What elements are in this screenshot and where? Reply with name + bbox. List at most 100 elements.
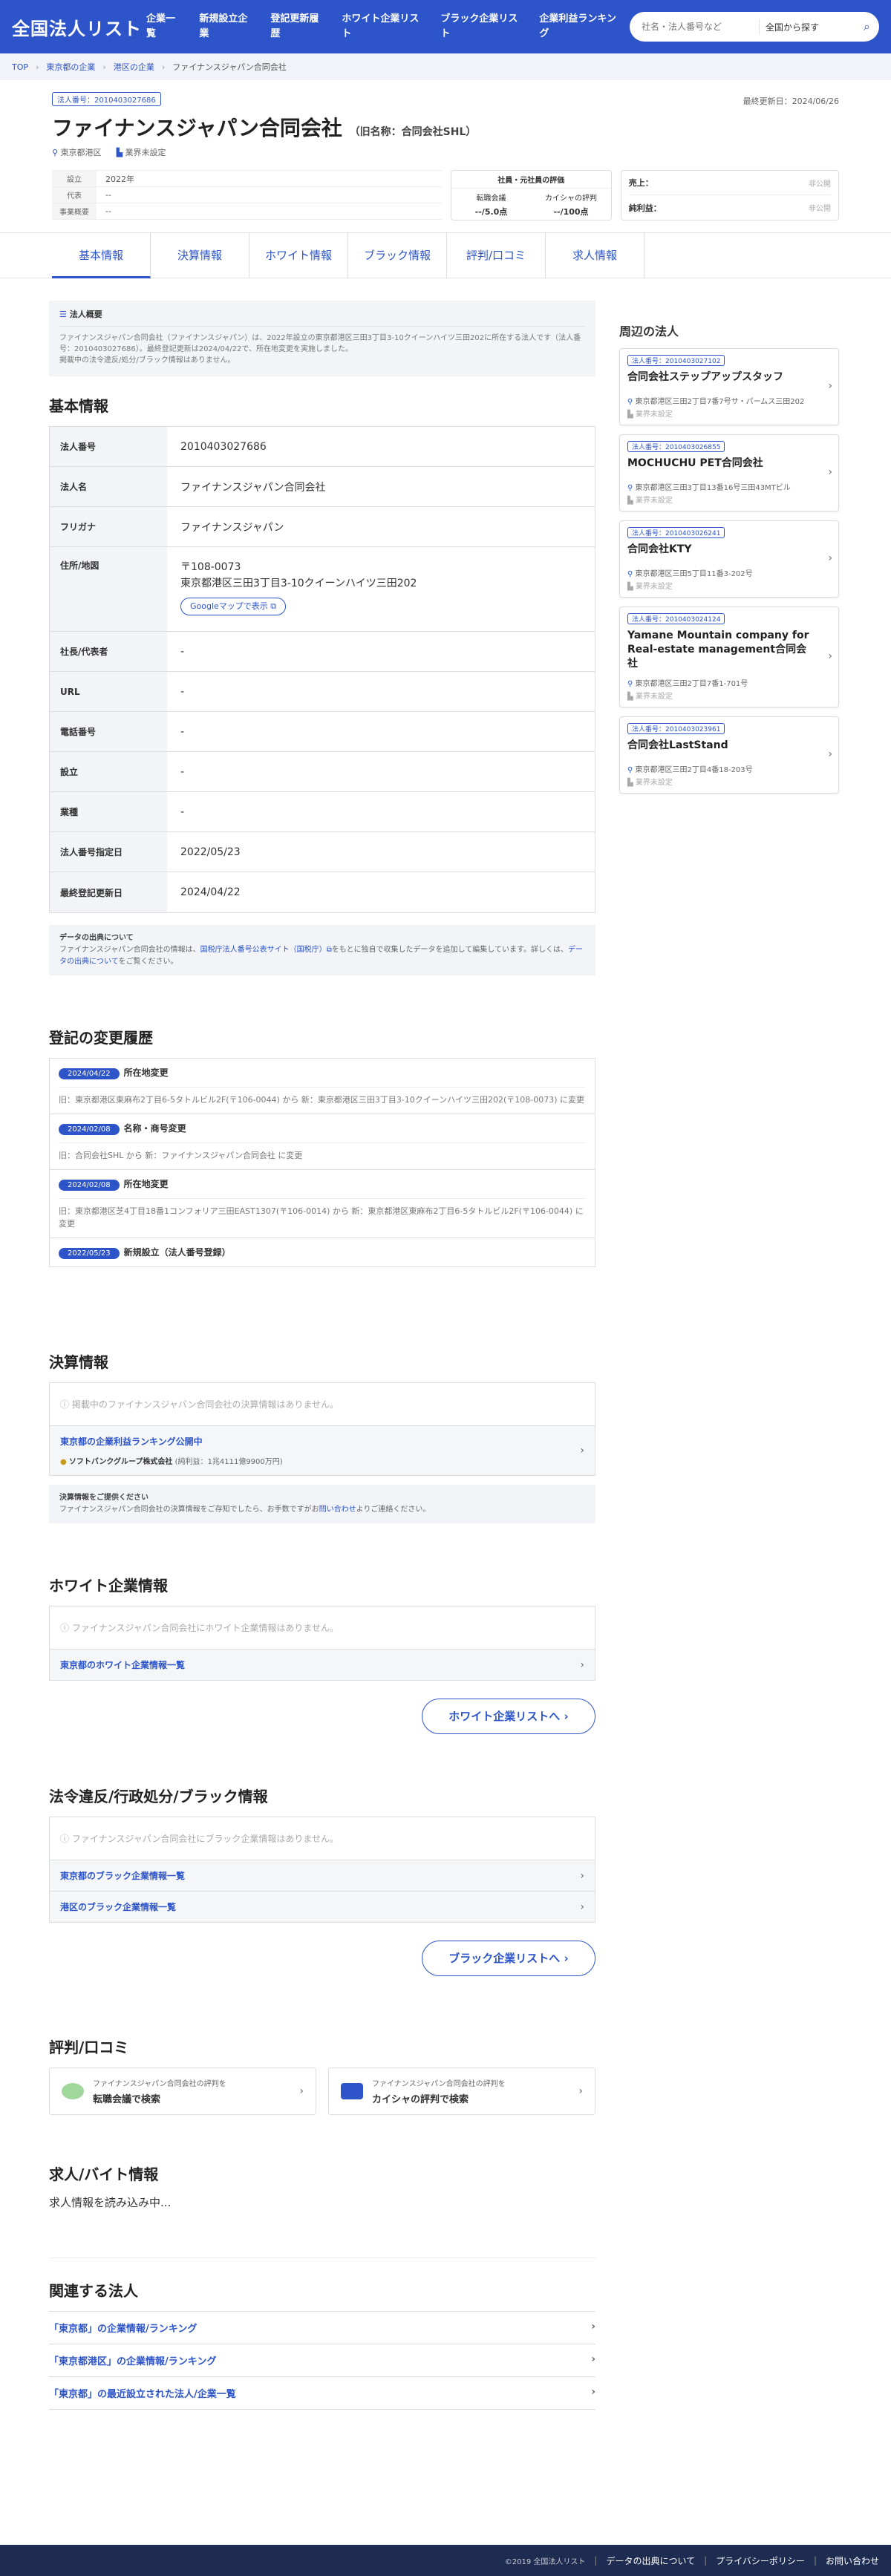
nearby-corp-industry: ▙ 業界未設定: [627, 690, 831, 701]
search-icon[interactable]: ⌕: [859, 19, 875, 34]
tenshoku-kaigi-card[interactable]: ファイナンスジャパン合同会社の評判を 転職会議で検索 ›: [49, 2067, 316, 2115]
related-item[interactable]: 「東京都港区」の企業情報/ランキング ›: [49, 2344, 595, 2377]
nearby-corp-address: ⚲ 東京都港区三田3丁目13番16号三田43MTビル: [627, 481, 813, 492]
location-pin-icon: ⚲: [627, 570, 633, 578]
building-icon: ▙: [627, 693, 633, 701]
finance-heading: 決算情報: [49, 1353, 108, 1371]
chevron-right-icon: ›: [580, 1869, 584, 1882]
nearby-corp-name: 合同会社KTY: [627, 543, 692, 555]
black-list-tokyo-text: 東京都のブラック企業情報一覧: [60, 1871, 186, 1881]
main-content: ☰ 法人概要 ファイナンスジャパン合同会社（ファイナンスジャパン）は、2022年…: [0, 278, 891, 2410]
review-card-text: ファイナンスジャパン合同会社の評判を 転職会議で検索: [93, 2077, 290, 2105]
history-title: 所在地変更: [123, 1179, 169, 1189]
tab-basic[interactable]: 基本情報: [52, 232, 151, 278]
review-card-sub: ファイナンスジャパン合同会社の評判を: [372, 2080, 506, 2088]
overview-row: 設立 2022年: [52, 171, 442, 187]
building-icon: ▙: [627, 583, 633, 591]
breadcrumb-tokyo[interactable]: 東京都の企業: [46, 61, 95, 73]
info-row: 法人番号指定日 2022/05/23: [50, 832, 595, 872]
chevron-right-icon: ›: [591, 2353, 595, 2365]
white-list-button[interactable]: ホワイト企業リストへ ›: [422, 1699, 595, 1734]
overview-row: 代表 --: [52, 187, 442, 203]
footer-privacy-link[interactable]: プライバシーポリシー: [716, 2554, 805, 2567]
info-row: 社長/代表者 -: [50, 632, 595, 672]
overview-key: 設立: [52, 171, 97, 186]
nearby-corp-card[interactable]: 法人番号：2010403026855 MOCHUCHU PET合同会社 ⚲ 東京…: [619, 434, 839, 511]
nav-company-list[interactable]: 企業一覧: [138, 12, 191, 42]
footer-contact-link[interactable]: お問い合わせ: [826, 2554, 879, 2567]
chevron-right-icon: ›: [828, 748, 832, 760]
site-logo[interactable]: 全国法人リスト: [12, 14, 141, 40]
nearby-corp-card[interactable]: 法人番号：2010403023961 合同会社LastStand ⚲ 東京都港区…: [619, 716, 839, 794]
info-key: 業種: [50, 792, 167, 831]
black-list-button[interactable]: ブラック企業リストへ ›: [422, 1941, 595, 1976]
profit-ranking-label: 東京都の企業利益ランキング公開中: [60, 1436, 203, 1447]
eval-row: 転職会議 --/5.0点 カイシャの評判 --/100点: [451, 189, 611, 218]
kaisha-hyouban-icon: [341, 2083, 363, 2099]
breadcrumb-top[interactable]: TOP: [12, 62, 28, 72]
search-input[interactable]: [642, 22, 753, 32]
black-list-minato-link[interactable]: 港区のブラック企業情報一覧 ›: [50, 1891, 595, 1922]
google-map-button[interactable]: Googleマップで表示 ⧉: [180, 598, 287, 615]
tab-black[interactable]: ブラック情報: [348, 232, 447, 278]
basic-info-table: 法人番号 2010403027686 法人名 ファイナンスジャパン合同会社 フリガナ…: [49, 426, 595, 913]
nearby-corp-card[interactable]: 法人番号：2010403024124 Yamane Mountain compa…: [619, 607, 839, 707]
black-list-tokyo-link[interactable]: 東京都のブラック企業情報一覧 ›: [50, 1860, 595, 1891]
nearby-corp-card[interactable]: 法人番号：2010403027102 合同会社ステップアップスタッフ ⚲ 東京都…: [619, 348, 839, 425]
info-row: 電話番号 -: [50, 712, 595, 752]
related-heading: 関連する法人: [49, 2282, 138, 2300]
info-row: URL -: [50, 672, 595, 712]
finance-panel: ⓘ 掲載中のファイナンスジャパン合同会社の決算情報はありません。 東京都の企業利…: [49, 1382, 595, 1476]
white-empty-text: ファイナンスジャパン合同会社にホワイト企業情報はありません。: [71, 1623, 339, 1633]
footer-data-source-link[interactable]: データの出典について: [606, 2554, 695, 2567]
chevron-right-icon: ›: [580, 1900, 584, 1913]
eval-label: カイシャの評判: [545, 194, 597, 203]
nearby-corp-address-text: 東京都港区三田2丁目7番7号サ・パームス三田202: [635, 398, 805, 406]
breadcrumb-minato[interactable]: 港区の企業: [114, 61, 154, 73]
nearby-corp-industry-text: 業界未設定: [635, 497, 673, 505]
history-title: 名称・商号変更: [123, 1123, 186, 1134]
section-tabs: 基本情報 決算情報 ホワイト情報 ブラック情報 評判/口コミ 求人情報: [0, 232, 891, 278]
tab-finance[interactable]: 決算情報: [151, 232, 249, 278]
nav-new-companies[interactable]: 新規設立企業: [191, 12, 262, 42]
search-region-select[interactable]: 全国から探す: [766, 21, 859, 33]
building-icon: ▙: [116, 148, 123, 157]
nearby-corp-address: ⚲ 東京都港区三田5丁目11番3-202号: [627, 567, 813, 578]
finance-empty: ⓘ 掲載中のファイナンスジャパン合同会社の決算情報はありません。: [50, 1383, 595, 1425]
overview-table: 設立 2022年 代表 -- 事業概要 --: [52, 170, 442, 220]
kaisha-hyouban-card[interactable]: ファイナンスジャパン合同会社の評判を カイシャの評判で検索 ›: [328, 2067, 595, 2115]
review-card-main: 転職会議で検索: [93, 2094, 161, 2105]
page-title: ファイナンスジャパン合同会社 （旧名称：合同会社SHL）: [52, 112, 839, 142]
tab-jobs[interactable]: 求人情報: [546, 232, 644, 278]
profit-ranking-link[interactable]: 東京都の企業利益ランキング公開中 ● ソフトバンクグループ株式会社 (純利益：1兆…: [50, 1425, 595, 1475]
tab-reviews[interactable]: 評判/口コミ: [447, 232, 546, 278]
tab-white[interactable]: ホワイト情報: [249, 232, 348, 278]
chevron-right-icon: ›: [828, 380, 832, 392]
info-row: 法人番号 2010403027686: [50, 427, 595, 467]
global-nav: 企業一覧 新規設立企業 登記更新履歴 ホワイト企業リスト ブラック企業リスト 企…: [138, 12, 630, 42]
nearby-corp-industry: ▙ 業界未設定: [627, 776, 831, 787]
info-key: フリガナ: [50, 507, 167, 546]
nearby-corp-industry: ▙ 業界未設定: [627, 494, 831, 505]
chevron-right-icon: ›: [828, 552, 832, 564]
related-item[interactable]: 「東京都」の最近設立された法人/企業一覧 ›: [49, 2377, 595, 2410]
summary-text-main: ファイナンスジャパン合同会社（ファイナンスジャパン）は、2022年設立の東京都港…: [59, 334, 581, 353]
related-item[interactable]: 「東京都」の企業情報/ランキング ›: [49, 2312, 595, 2344]
history-desc: 旧：東京都港区芝4丁目18番1コンフォリア三田EAST1307(〒106-001…: [59, 1198, 586, 1230]
chevron-right-icon: ›: [828, 650, 832, 662]
nav-registry-history[interactable]: 登記更新履歴: [262, 12, 333, 42]
nav-profit-ranking[interactable]: 企業利益ランキング: [531, 12, 630, 42]
nav-black-list[interactable]: ブラック企業リスト: [432, 12, 531, 42]
info-icon: ⓘ: [60, 1834, 70, 1844]
nta-link[interactable]: 国税庁法人番号公表サイト（国税庁）⧉: [200, 946, 332, 954]
info-value: ファイナンスジャパン: [180, 521, 284, 534]
history-item: 2024/02/08 名称・商号変更 旧：合同会社SHL から 新：ファイナンスジ…: [50, 1114, 595, 1170]
info-row: 最終登記更新日 2024/04/22: [50, 872, 595, 912]
contact-link[interactable]: 問い合わせ: [319, 1506, 356, 1514]
related-list: 「東京都」の企業情報/ランキング › 「東京都港区」の企業情報/ランキング › 「東…: [49, 2311, 595, 2410]
info-row: 業種 -: [50, 792, 595, 832]
nearby-corp-badge: 法人番号：2010403023961: [627, 723, 725, 734]
nearby-corp-card[interactable]: 法人番号：2010403026241 合同会社KTY ⚲ 東京都港区三田5丁目1…: [619, 520, 839, 598]
white-list-link[interactable]: 東京都のホワイト企業情報一覧 ›: [50, 1649, 595, 1680]
nav-white-list[interactable]: ホワイト企業リスト: [333, 12, 432, 42]
